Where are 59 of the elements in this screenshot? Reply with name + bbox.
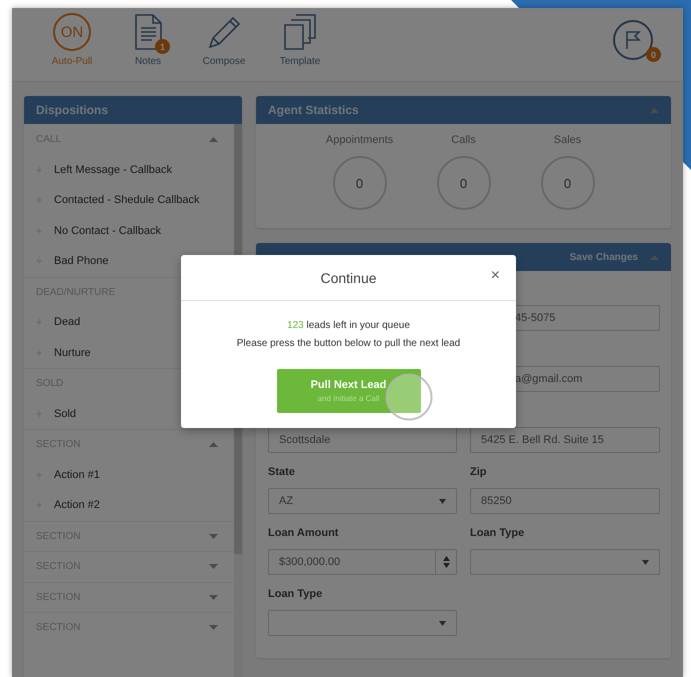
toolbar-button[interactable]: Template xyxy=(266,8,334,68)
select-field[interactable] xyxy=(470,549,660,575)
caret-icon[interactable] xyxy=(209,136,218,142)
disposition-item[interactable]: Bad Phone xyxy=(24,246,234,276)
disposition-item[interactable]: Contacted - Shedule Callback xyxy=(24,185,234,216)
caret-icon[interactable] xyxy=(209,534,218,539)
stat-value: 0 xyxy=(436,156,490,210)
save-changes-link[interactable]: Save Changes xyxy=(570,252,638,262)
field-label: Zip xyxy=(470,466,488,480)
disposition-item[interactable]: No Contact - Callback xyxy=(24,216,234,246)
input-field[interactable]: 5425 E. Bell Rd. Suite 15 xyxy=(470,427,660,453)
disposition-item[interactable]: Sold xyxy=(24,398,234,429)
copy-icon xyxy=(283,14,317,50)
pencil-icon xyxy=(206,14,242,50)
select-field[interactable] xyxy=(268,610,457,636)
flag-icon xyxy=(625,31,641,49)
input-field[interactable]: 85250 xyxy=(470,488,660,514)
toolbar-button[interactable]: 1 Notes xyxy=(114,8,182,68)
disposition-item[interactable]: Left Message - Callback xyxy=(24,154,234,185)
disposition-item[interactable]: Action #2 xyxy=(24,490,234,520)
stat-label: Sales xyxy=(554,134,582,146)
toolbar-button[interactable]: Compose xyxy=(190,8,258,68)
field-label: Loan Type xyxy=(268,588,324,602)
stat-label: Appointments xyxy=(326,134,394,146)
disposition-item[interactable]: Dead xyxy=(24,307,234,338)
count-badge: 0 xyxy=(646,47,661,62)
field-label: Loan Type xyxy=(470,527,526,541)
toggle-switch[interactable]: ON xyxy=(53,13,91,51)
caret-icon[interactable] xyxy=(209,564,218,570)
field-label: State xyxy=(268,466,296,480)
panel-title: Dispositions xyxy=(36,103,108,117)
caret-icon[interactable] xyxy=(650,254,659,260)
caret-icon[interactable] xyxy=(209,625,218,630)
close-button[interactable]: × xyxy=(490,267,500,285)
input-field[interactable]: Scottsdale xyxy=(268,427,457,453)
dialog-title: Continue xyxy=(320,270,377,286)
toolbar-button[interactable]: ON Auto-Pull xyxy=(38,8,106,68)
stat-value: 0 xyxy=(332,156,386,210)
dropdown-arrow-icon xyxy=(439,498,446,504)
dropdown-arrow-icon xyxy=(439,620,446,626)
disposition-item[interactable]: Nurture xyxy=(24,338,234,368)
pull-next-lead-button[interactable]: Pull Next Lead and Initiate a Call xyxy=(276,369,420,413)
document-icon xyxy=(134,14,162,50)
queue-message: 123 leads left in your queue xyxy=(287,319,410,333)
stat-value: 0 xyxy=(540,156,594,210)
count-badge: 1 xyxy=(155,39,170,54)
field-label: Loan Amount xyxy=(268,527,340,541)
spinner-arrows-icon[interactable] xyxy=(442,556,450,568)
dropdown-arrow-icon xyxy=(642,560,649,564)
select-field[interactable]: AZ xyxy=(268,488,457,514)
caret-icon[interactable] xyxy=(209,442,218,448)
touch-indicator xyxy=(384,373,432,421)
stat-label: Calls xyxy=(451,134,476,146)
number-field[interactable]: $300,000.00 xyxy=(268,549,457,575)
caret-icon[interactable] xyxy=(650,108,659,112)
panel-title: Agent Statistics xyxy=(268,103,359,117)
instruction-text: Please press the button below to pull the next lead xyxy=(236,337,460,351)
disposition-item[interactable]: Action #1 xyxy=(24,460,234,490)
caret-icon[interactable] xyxy=(209,594,218,600)
